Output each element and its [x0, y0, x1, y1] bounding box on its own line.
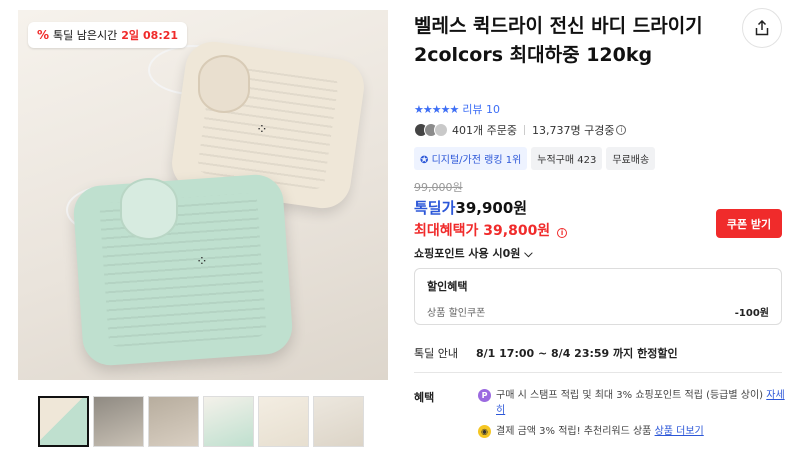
dryer-motor-mint — [120, 178, 178, 240]
benefits-label: 혜택 — [414, 391, 435, 404]
discount-header: 할인혜택 — [427, 280, 468, 293]
rank-tag-label: 디지털/가전 랭킹 1위 — [431, 155, 522, 166]
benefit-stamp: P 구매 시 스탬프 적립 및 최대 3% 쇼핑포인트 적립 (등급별 상이) … — [478, 388, 786, 418]
more-products-link[interactable]: 상품 더보기 — [655, 426, 704, 437]
product-main-image: ⁘ ⁘ % 톡딜 남은시간 2일 08:21 — [18, 10, 388, 380]
thumbnail-list — [38, 396, 364, 447]
product-title: 벨레스 퀵드라이 전신 바디 드라이기 2colcors 최대하중 120kg — [414, 15, 703, 66]
max-benefit-label: 최대혜택가 — [414, 223, 479, 239]
point-use-label: 쇼핑포인트 사용 시0원 — [414, 247, 521, 260]
section-divider — [414, 372, 782, 373]
discount-item-amount: -100원 — [734, 308, 769, 319]
product-tags: ✪ 디지털/가전 랭킹 1위 누적구매 423 무료배송 — [414, 147, 656, 170]
percent-icon: % — [37, 28, 50, 42]
benefit-stamp-text: 구매 시 스탬프 적립 및 최대 3% 쇼핑포인트 적립 (등급별 상이) — [496, 390, 764, 401]
avatar — [434, 123, 448, 137]
thumbnail-2[interactable] — [93, 396, 144, 447]
deal-price-label: 톡딜가 — [414, 199, 456, 217]
thumbnail-1[interactable] — [38, 396, 89, 447]
point-icon: P — [478, 389, 491, 402]
thumbnail-5[interactable] — [258, 396, 309, 447]
shipping-tag: 무료배송 — [606, 147, 656, 170]
timer-label: 톡딜 남은시간 — [53, 29, 118, 42]
deal-info-label: 톡딜 안내 — [414, 347, 458, 360]
timer-days: 2일 — [121, 29, 140, 42]
benefit-reward: ◉ 결제 금액 3% 적립! 추천리워드 상품 상품 더보기 — [478, 424, 704, 439]
rank-icon: ✪ — [420, 155, 429, 166]
chevron-down-icon: ⌵ — [524, 247, 533, 260]
discount-box: 할인혜택 상품 할인쿠폰 -100원 — [414, 268, 782, 325]
max-benefit-price-row: 최대혜택가 39,800원 i — [414, 220, 568, 240]
point-use-toggle[interactable]: 쇼핑포인트 사용 시0원 ⌵ — [414, 245, 533, 261]
deal-price: 39,900원 — [455, 199, 528, 217]
buyer-stats: 401개 주문중 13,737명 구경중 i — [414, 122, 627, 138]
thumbnail-6[interactable] — [313, 396, 364, 447]
dryer-pad-mint — [71, 172, 295, 368]
share-button[interactable] — [742, 8, 782, 48]
rating-stars-icon: ★★★★★ — [414, 102, 459, 116]
max-benefit-price: 39,800원 — [483, 223, 551, 239]
review-link[interactable]: 리뷰 10 — [462, 101, 500, 117]
coupon-button[interactable]: 쿠폰 받기 — [716, 209, 782, 238]
divider — [523, 125, 525, 135]
timer-time: 08:21 — [143, 28, 179, 42]
coin-icon: ◉ — [478, 425, 491, 438]
benefit-reward-text: 결제 금액 3% 적립! 추천리워드 상품 — [496, 426, 652, 437]
vent-dots: ⁘ — [256, 122, 271, 138]
thumbnail-3[interactable] — [148, 396, 199, 447]
deal-timer-badge: % 톡딜 남은시간 2일 08:21 — [28, 22, 188, 48]
order-count: 401개 주문중 — [452, 124, 517, 137]
deal-period: 8/1 17:00 ~ 8/4 23:59 까지 한정할인 — [475, 347, 678, 360]
subscriber-count: 13,737명 구경중 — [531, 124, 615, 137]
rating-row[interactable]: ★★★★★ 리뷰 10 — [414, 101, 500, 117]
deal-price-row: 톡딜가39,900원 — [414, 197, 527, 218]
vent-dots: ⁘ — [196, 254, 211, 270]
info-icon[interactable]: i — [616, 125, 627, 135]
deal-info: 톡딜 안내 8/1 17:00 ~ 8/4 23:59 까지 한정할인 — [414, 345, 678, 361]
discount-row: 상품 할인쿠폰 -100원 — [427, 304, 769, 319]
original-price: 99,000원 — [414, 181, 463, 194]
discount-item-label: 상품 할인쿠폰 — [427, 308, 486, 319]
cumulative-tag: 누적구매 423 — [531, 147, 603, 170]
rank-tag[interactable]: ✪ 디지털/가전 랭킹 1위 — [414, 147, 528, 170]
share-icon — [755, 20, 769, 36]
thumbnail-4[interactable] — [203, 396, 254, 447]
info-icon[interactable]: i — [557, 228, 568, 238]
dryer-motor-cream — [198, 55, 250, 113]
